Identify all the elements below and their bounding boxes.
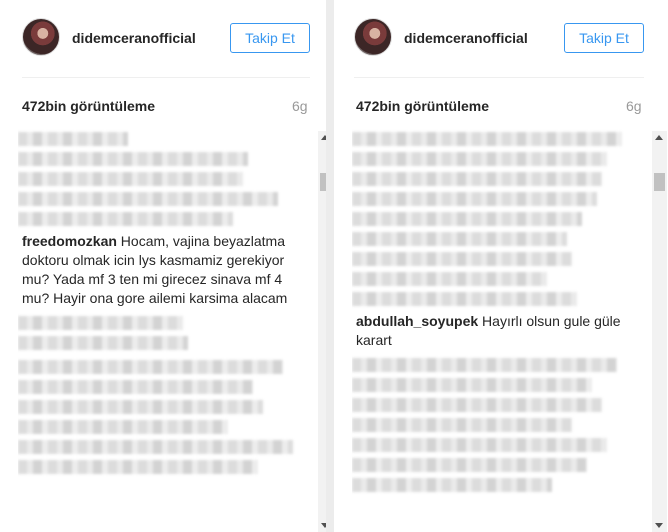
blurred-comment [18, 440, 293, 454]
blurred-comment [352, 212, 582, 226]
blurred-comment [18, 380, 253, 394]
blurred-comment [352, 458, 587, 472]
blurred-comment [352, 252, 572, 266]
blurred-comment [352, 438, 607, 452]
post-age: 6g [626, 98, 642, 114]
blurred-comment [352, 398, 602, 412]
view-count: 472bin görüntüleme [22, 98, 156, 114]
comment-username[interactable]: abdullah_soyupek [356, 313, 478, 329]
blurred-comment [352, 478, 552, 492]
comments-scrollbar[interactable] [652, 131, 667, 532]
avatar[interactable] [22, 18, 60, 56]
divider [22, 77, 310, 78]
blurred-comment [352, 378, 592, 392]
post-panel-right: didemceranofficial Takip Et 472bin görün… [334, 0, 668, 532]
panel-separator [326, 0, 334, 532]
post-age: 6g [292, 98, 308, 114]
post-panel-left: didemceranofficial Takip Et 472bin görün… [0, 0, 333, 532]
comment-item: freedomozkan Hocam, vajina beyazlatma do… [22, 232, 310, 308]
blurred-comment [18, 420, 228, 434]
blurred-comment [18, 316, 183, 330]
avatar[interactable] [354, 18, 392, 56]
blurred-comment [352, 152, 607, 166]
blurred-comment [352, 192, 597, 206]
comment-item: abdullah_soyupek Hayırlı olsun gule güle… [356, 312, 648, 350]
username[interactable]: didemceranofficial [72, 30, 196, 46]
scroll-thumb[interactable] [654, 173, 665, 191]
blurred-comment [352, 172, 602, 186]
blurred-comment [352, 272, 547, 286]
post-header: didemceranofficial Takip Et [334, 0, 668, 78]
blurred-comment [18, 132, 128, 146]
blurred-comment [18, 336, 188, 350]
blurred-comment [18, 212, 233, 226]
comment-list[interactable]: abdullah_soyupek Hayırlı olsun gule güle… [352, 126, 652, 532]
blurred-comment [352, 232, 567, 246]
scroll-down-arrow-icon[interactable] [655, 523, 663, 528]
blurred-comment [18, 400, 263, 414]
blurred-comment [352, 132, 622, 146]
follow-button[interactable]: Takip Et [564, 23, 644, 53]
post-header: didemceranofficial Takip Et [0, 0, 310, 78]
follow-button[interactable]: Takip Et [230, 23, 310, 53]
divider [354, 77, 644, 78]
blurred-comment [352, 358, 617, 372]
blurred-comment [18, 152, 248, 166]
blurred-comment [18, 172, 243, 186]
username[interactable]: didemceranofficial [404, 30, 528, 46]
blurred-comment [352, 292, 577, 306]
blurred-comment [352, 418, 572, 432]
comment-username[interactable]: freedomozkan [22, 233, 117, 249]
blurred-comment [18, 192, 278, 206]
view-count: 472bin görüntüleme [356, 98, 490, 114]
scroll-up-arrow-icon[interactable] [655, 135, 663, 140]
blurred-comment [18, 460, 258, 474]
comment-list[interactable]: freedomozkan Hocam, vajina beyazlatma do… [18, 126, 314, 532]
blurred-comment [18, 360, 283, 374]
